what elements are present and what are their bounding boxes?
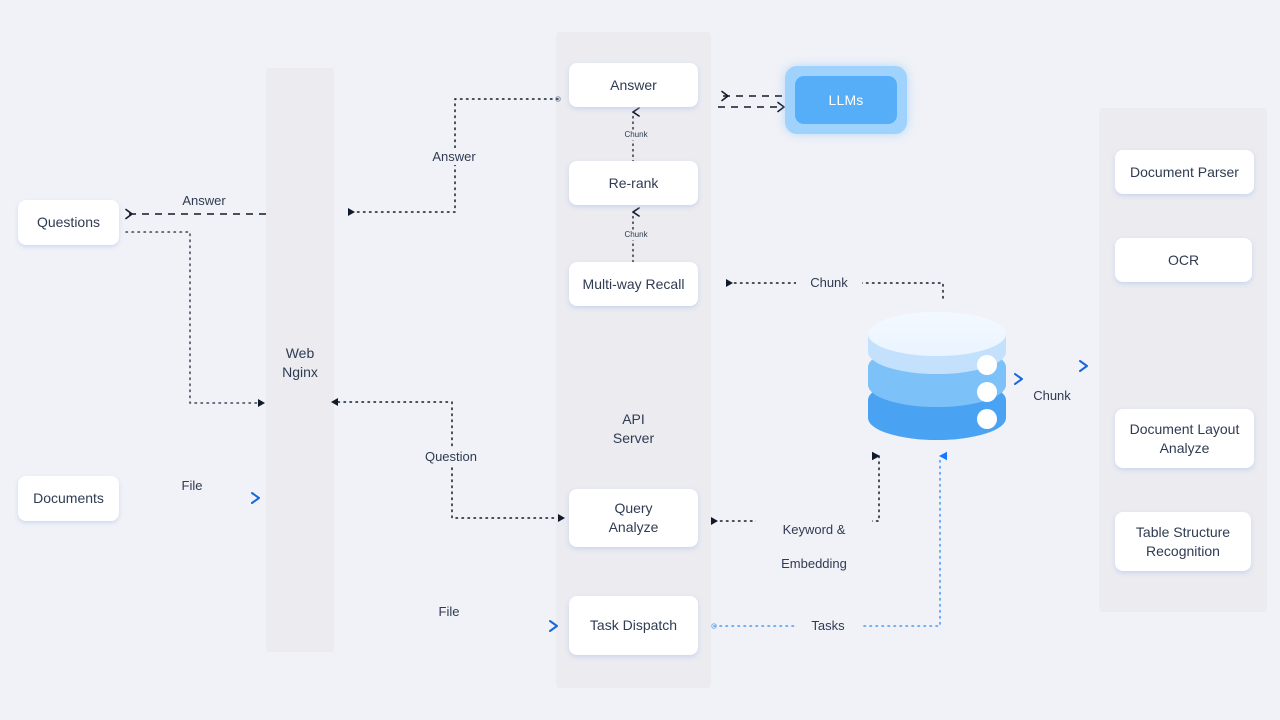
edge-label-answer-from-api: Answer <box>413 148 495 165</box>
edge-label-chunk-db-to-recall: Chunk <box>796 274 862 291</box>
node-answer-label: Answer <box>610 76 657 93</box>
node-table-structure-recognition-label-line1: Table Structure <box>1135 523 1231 540</box>
edge-label-documents-file: File <box>159 477 225 494</box>
node-rerank-label: Re-rank <box>608 174 659 191</box>
panel-api-server-label-line1: API <box>622 411 645 427</box>
edge-label-question: Question <box>408 448 494 465</box>
node-documents[interactable]: Documents <box>18 476 119 521</box>
panel-web-nginx: Web Nginx <box>266 68 334 652</box>
node-rerank[interactable]: Re-rank <box>569 161 698 205</box>
edge-label-tasks: Tasks <box>795 617 861 634</box>
edge-label-chunk-rerank-to-answer: Chunk <box>608 130 664 140</box>
node-questions[interactable]: Questions <box>18 200 119 245</box>
edge-label-keyword-embedding-line2: Embedding <box>781 556 847 571</box>
edge-label-keyword-embedding-line1: Keyword & <box>782 522 846 537</box>
architecture-diagram: Web Nginx API Server Task Executor <box>0 0 1280 720</box>
panel-web-nginx-label-line2: Nginx <box>282 364 318 380</box>
edge-label-task-dispatch-file: File <box>416 603 482 620</box>
node-questions-label: Questions <box>36 214 101 230</box>
node-llms[interactable]: LLMs <box>785 66 907 134</box>
node-table-structure-recognition[interactable]: Table Structure Recognition <box>1115 512 1251 571</box>
node-query-analyze[interactable]: Query Analyze <box>569 489 698 547</box>
node-document-parser-label: Document Parser <box>1130 163 1239 180</box>
node-document-layout-analyze[interactable]: Document Layout Analyze <box>1115 409 1254 468</box>
node-ocr[interactable]: OCR <box>1115 238 1252 282</box>
node-llms-label: LLMs <box>828 92 864 108</box>
vector-database-cylinder <box>868 312 1006 444</box>
edge-label-chunk-db-to-executor: Chunk <box>1019 387 1085 404</box>
node-table-structure-recognition-label-line2: Recognition <box>1146 542 1220 559</box>
node-task-dispatch[interactable]: Task Dispatch <box>569 596 698 655</box>
edge-questions-to-nginx <box>125 231 265 407</box>
node-query-analyze-label-line2: Analyze <box>608 519 659 535</box>
node-query-analyze-label-line1: Query <box>614 500 653 516</box>
node-multi-way-recall-label: Multi-way Recall <box>582 275 685 292</box>
node-llms-inner: LLMs <box>795 76 897 124</box>
edge-label-chunk-recall-to-rerank: Chunk <box>608 230 664 240</box>
node-multi-way-recall[interactable]: Multi-way Recall <box>569 262 698 306</box>
edge-label-answer-to-questions: Answer <box>163 192 245 209</box>
node-answer[interactable]: Answer <box>569 63 698 107</box>
panel-api-server-label: API Server <box>556 410 711 448</box>
node-document-layout-analyze-label-line1: Document Layout <box>1129 420 1240 437</box>
panel-web-nginx-label: Web Nginx <box>266 344 334 382</box>
panel-web-nginx-label-line1: Web <box>285 345 315 361</box>
node-task-dispatch-label: Task Dispatch <box>589 617 678 633</box>
node-ocr-label: OCR <box>1167 251 1200 268</box>
node-document-parser[interactable]: Document Parser <box>1115 150 1254 194</box>
node-documents-label: Documents <box>33 490 104 506</box>
edge-label-keyword-embedding: Keyword & Embedding <box>756 504 872 589</box>
panel-api-server-label-line2: Server <box>612 430 655 446</box>
node-document-layout-analyze-label-line2: Analyze <box>1159 439 1210 456</box>
